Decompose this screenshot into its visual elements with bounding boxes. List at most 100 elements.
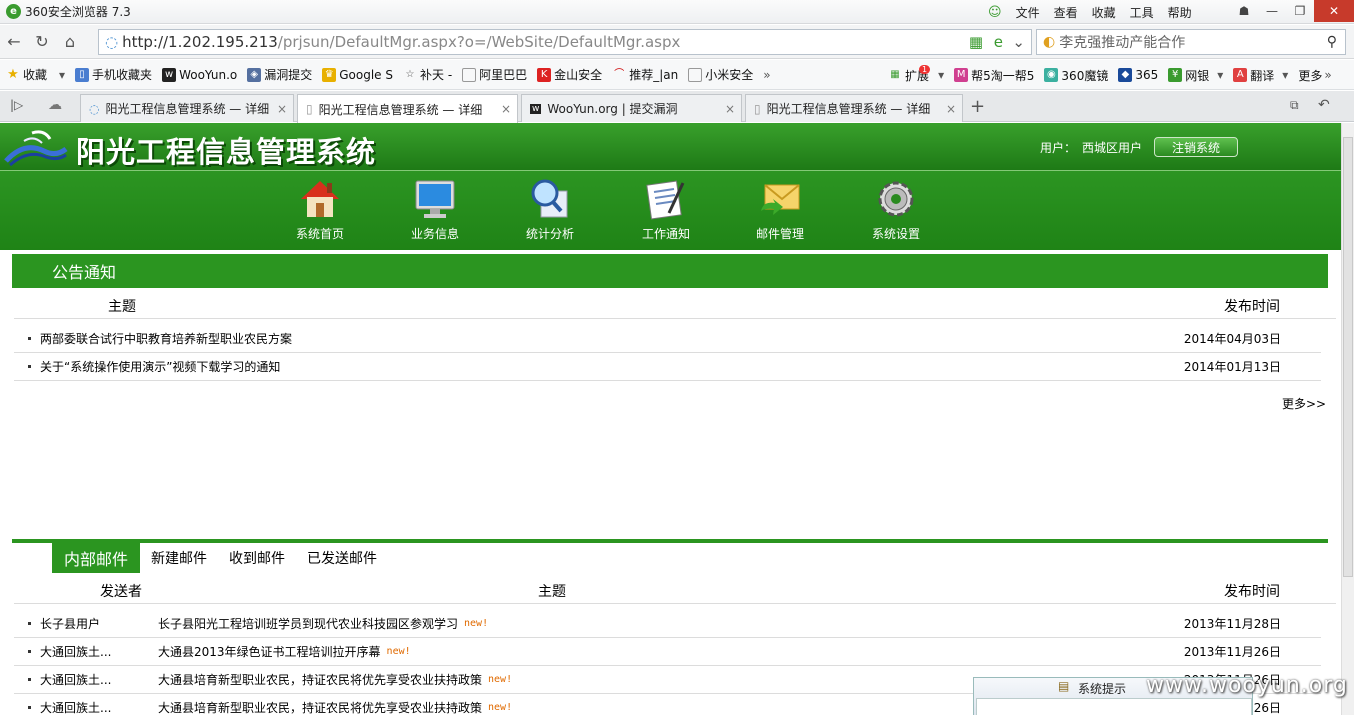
mail-row[interactable]: 大通回族土... 大通县2013年绿色证书工程培训拉开序幕 new! 2013年1…	[14, 638, 1321, 666]
home-icon[interactable]: ⌂	[56, 28, 84, 56]
url-dropdown-icon[interactable]: ⌄	[1012, 33, 1025, 51]
mirror-icon: ◉	[1044, 68, 1059, 82]
tab-close-icon[interactable]: ×	[725, 102, 735, 116]
notice-title[interactable]: 关于“系统操作使用演示”视频下载学习的通知	[40, 358, 280, 375]
maximize-button[interactable]: ❐	[1286, 0, 1314, 22]
page-icon: ▯	[754, 101, 761, 116]
page-scrollbar[interactable]	[1341, 123, 1354, 715]
bookmark-recommend[interactable]: ⌒ 推荐_|an	[612, 66, 678, 83]
popup-body	[976, 698, 1252, 715]
loading-icon: ◌	[89, 101, 100, 116]
nav-mail[interactable]: 邮件管理	[745, 177, 815, 242]
mail-title[interactable]: 长子县阳光工程培训班学员到现代农业科技园区参观学习	[158, 615, 458, 632]
notice-row[interactable]: 两部委联合试行中职教育培养新型职业农民方案 2014年04月03日	[14, 325, 1321, 353]
ext-more[interactable]: 更多»	[1298, 67, 1331, 84]
mail-title[interactable]: 大通县2013年绿色证书工程培训拉开序幕	[158, 643, 381, 660]
tab-close-icon[interactable]: ×	[501, 102, 511, 116]
menu-file[interactable]: 文件	[1016, 4, 1040, 21]
skin-icon[interactable]: ☗	[1230, 0, 1258, 22]
mail-row[interactable]: 长子县用户 长子县阳光工程培训班学员到现代农业科技园区参观学习 new! 2013…	[14, 610, 1321, 638]
star-icon: ★	[7, 66, 19, 82]
nav-work-notice[interactable]: 工作通知	[631, 177, 701, 242]
ext-bank[interactable]: ¥ 网银 ▾	[1168, 67, 1223, 84]
menu-favorites[interactable]: 收藏	[1092, 4, 1116, 21]
divider	[14, 603, 1336, 604]
minimize-button[interactable]: —	[1258, 0, 1286, 22]
nav-settings[interactable]: 系统设置	[861, 177, 931, 242]
user-name: 西城区用户	[1082, 140, 1143, 155]
mail-title[interactable]: 大通县培育新型职业农民，持证农民将优先享受农业扶持政策	[158, 699, 482, 715]
ie-mode-icon[interactable]: e	[994, 33, 1003, 51]
bookmark-google[interactable]: ♛ Google S	[322, 67, 393, 82]
house-icon	[297, 177, 343, 221]
ext-bang5[interactable]: M 帮5淘一帮5	[954, 67, 1034, 84]
ext-badge: 1	[919, 64, 931, 74]
mail-title[interactable]: 大通县培育新型职业农民，持证农民将优先享受农业扶持政策	[158, 671, 482, 688]
tab-2[interactable]: ▯ 阳光工程信息管理系统 — 详细 ×	[297, 94, 518, 123]
mail-sender: 大通回族土...	[40, 673, 112, 687]
watermark: www.wooyun.org	[1146, 673, 1348, 698]
menu-view[interactable]: 查看	[1054, 4, 1078, 21]
bookmark-wooyun[interactable]: w WooYun.o	[162, 67, 237, 82]
globe-icon: ◌	[105, 33, 119, 51]
magnifier-icon	[527, 177, 573, 221]
notice-date: 2014年04月03日	[1183, 332, 1281, 346]
kingsoft-icon: K	[537, 67, 552, 82]
bookmark-mobile[interactable]: ▯ 手机收藏夹	[75, 66, 152, 83]
bullet-icon	[28, 678, 31, 681]
back-arrow-icon[interactable]: ←	[0, 28, 28, 56]
bookmark-kingsoft[interactable]: K 金山安全	[537, 66, 602, 83]
notice-title[interactable]: 两部委联合试行中职教育培养新型职业农民方案	[40, 330, 292, 347]
ext-mojing[interactable]: ◉ 360魔镜	[1044, 67, 1108, 84]
shield-icon: ◈	[247, 67, 262, 82]
notice-row[interactable]: 关于“系统操作使用演示”视频下载学习的通知 2014年01月13日	[14, 353, 1321, 381]
mail-col-sender: 发送者	[100, 584, 142, 600]
cloud-icon[interactable]: ☁	[48, 97, 62, 113]
nav-statistics[interactable]: 统计分析	[515, 177, 585, 242]
bookmarks-overflow-icon[interactable]: »	[763, 68, 770, 82]
browser-logo-icon: e	[6, 4, 21, 19]
menu-tools[interactable]: 工具	[1130, 4, 1154, 21]
logout-button[interactable]: 注销系统	[1154, 137, 1239, 157]
tab-1[interactable]: ◌ 阳光工程信息管理系统 — 详细 ×	[80, 94, 294, 122]
undo-close-icon[interactable]: ↶	[1318, 97, 1330, 113]
more-link[interactable]: 更多>>	[1282, 395, 1326, 412]
bookmark-favorites[interactable]: ★ 收藏 ▾	[6, 66, 65, 83]
browser-title-bar: e 360安全浏览器 7.3 ☺ 文件 查看 收藏 工具 帮助 ☗ — ❐ ✕	[0, 0, 1354, 24]
menu-help[interactable]: 帮助	[1168, 4, 1192, 21]
user-icon[interactable]: ☺	[988, 5, 1002, 20]
tab-internal-mail[interactable]: 内部邮件	[52, 543, 141, 573]
search-icon[interactable]: ⚲	[1327, 34, 1337, 50]
tab-inbox[interactable]: 收到邮件	[218, 543, 296, 573]
tab-sent[interactable]: 已发送邮件	[296, 543, 388, 573]
tab-close-icon[interactable]: ×	[277, 102, 287, 116]
search-engine-icon[interactable]: ◐	[1043, 34, 1055, 50]
close-button[interactable]: ✕	[1314, 0, 1354, 22]
url-input[interactable]: ◌ http://1.202.195.213/prjsun/DefaultMgr…	[98, 29, 1032, 55]
bookmark-butian[interactable]: ☆ 补天 -	[403, 66, 453, 83]
refresh-icon[interactable]: ↻	[28, 28, 56, 56]
scrollbar-thumb[interactable]	[1343, 137, 1353, 577]
ext-365[interactable]: ◆ 365	[1118, 68, 1158, 82]
bookmark-xiaomi[interactable]: 小米安全	[688, 66, 753, 83]
tab-new-mail[interactable]: 新建邮件	[140, 543, 218, 573]
nav-home[interactable]: 系统首页	[285, 177, 355, 242]
mail-date: 2013年11月28日	[1183, 617, 1281, 631]
ext-translate[interactable]: A 翻译 ▾	[1233, 67, 1288, 84]
qr-code-icon[interactable]: ▦	[969, 33, 983, 51]
nav-business[interactable]: 业务信息	[400, 177, 470, 242]
tab-list-icon[interactable]: ⧉	[1290, 98, 1299, 113]
bookmark-vuln-submit[interactable]: ◈ 漏洞提交	[247, 66, 312, 83]
mail-sender: 长子县用户	[40, 617, 101, 631]
sidebar-toggle-icon[interactable]: |▷	[10, 98, 23, 112]
window-controls: ☗ — ❐ ✕	[1230, 0, 1354, 24]
search-input[interactable]: ◐ 李克强推动产能合作 ⚲	[1036, 29, 1346, 55]
tab-4[interactable]: ▯ 阳光工程信息管理系统 — 详细 ×	[745, 94, 963, 122]
bookmark-alibaba[interactable]: 阿里巴巴	[462, 66, 527, 83]
new-tab-button[interactable]: +	[970, 96, 985, 117]
tab-close-icon[interactable]: ×	[946, 102, 956, 116]
notice-icon: ▤	[1058, 679, 1070, 693]
new-badge: new!	[464, 618, 489, 629]
tab-3[interactable]: w WooYun.org | 提交漏洞 ×	[521, 94, 742, 122]
extensions-button[interactable]: ▦ 扩展 1 ▾	[888, 64, 944, 84]
